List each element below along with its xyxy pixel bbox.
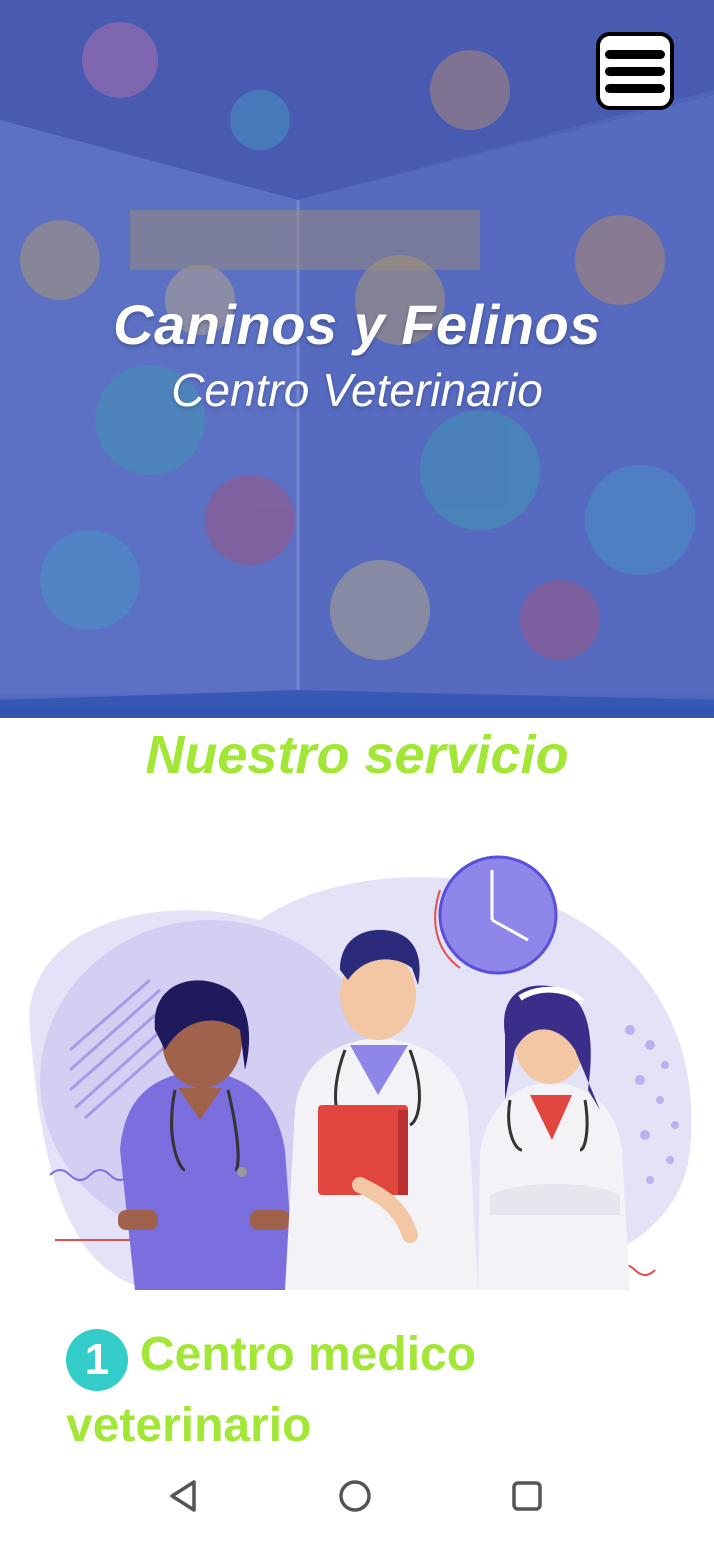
menu-bar-middle <box>605 66 665 76</box>
home-circle-icon[interactable] <box>331 1472 379 1520</box>
recent-apps-square-icon[interactable] <box>503 1472 551 1520</box>
site-title: Caninos y Felinos <box>113 293 601 356</box>
hero-banner: Caninos y Felinos Centro Veterinario <box>0 0 714 718</box>
site-subtitle: Centro Veterinario <box>171 364 543 416</box>
service-item: 1 Centro medico veterinario <box>66 1326 666 1455</box>
hamburger-menu-button[interactable] <box>596 32 674 110</box>
hero-floor-band <box>0 692 714 718</box>
veterinary-staff-illustration <box>29 855 692 1290</box>
service-number-badge: 1 <box>66 1328 128 1391</box>
system-navigation-bar <box>0 1448 714 1543</box>
services-heading: Nuestro servicio <box>145 725 569 785</box>
service-label: Centro medico veterinario <box>66 1328 477 1452</box>
hamburger-menu-icon <box>605 49 665 59</box>
menu-bar-bottom <box>605 83 665 93</box>
back-triangle-icon[interactable] <box>160 1472 208 1520</box>
